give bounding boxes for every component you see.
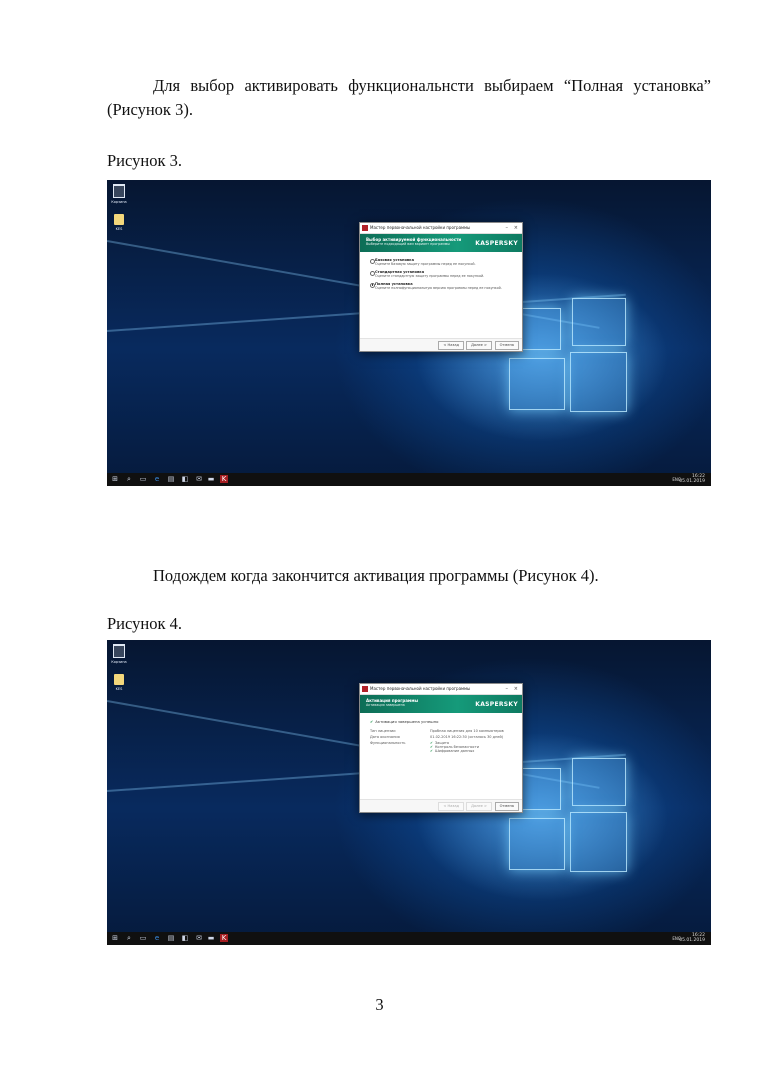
kaspersky-logo: KASPERSKY <box>475 240 518 247</box>
figure-3-screenshot: Корзина KES Мастер первоначальной настро… <box>107 180 711 486</box>
functionality-row: Функциональность ✔ Защита ✔ Контроль безоп… <box>370 741 480 753</box>
checkmark-icon: ✔ <box>430 749 433 753</box>
folder-icon <box>114 674 124 685</box>
cancel-button[interactable]: Отмена <box>494 802 519 811</box>
radio-standard[interactable] <box>370 270 375 276</box>
close-icon[interactable]: × <box>514 223 518 233</box>
desktop-icon-recycle-bin[interactable]: Корзина <box>107 184 131 204</box>
dialog-body: ✔ Активация завершена успешно Тип лицензи… <box>360 713 522 799</box>
kaspersky-logo: KASPERSKY <box>475 701 518 708</box>
dialog-titlebar: Мастер первоначальной настройки программ… <box>360 223 522 234</box>
kaspersky-taskbar-icon[interactable]: K <box>220 475 228 483</box>
edge-icon[interactable]: e <box>153 934 161 942</box>
checkmark-icon: ✔ <box>370 719 374 724</box>
paragraph-wait: Подождем когда закончится активация прог… <box>153 566 599 585</box>
paragraph-intro: Для выбор активировать функциональнсти в… <box>107 76 711 119</box>
feature-item: ✔ Шифрование данных <box>430 749 475 753</box>
store-icon[interactable]: ◧ <box>181 934 189 942</box>
next-button[interactable]: Далее > <box>466 802 492 811</box>
recycle-bin-icon <box>113 184 125 198</box>
task-view-icon[interactable]: ▭ <box>139 934 147 942</box>
radio-basic[interactable] <box>370 258 375 264</box>
kaspersky-activation-dialog: Мастер первоначальной настройки программ… <box>359 683 523 813</box>
explorer-icon[interactable]: ▤ <box>167 475 175 483</box>
option-basic[interactable]: Базовая установка Оцените базовую защиту… <box>370 258 512 266</box>
desktop-icon-recycle-bin[interactable]: Корзина <box>107 644 131 664</box>
edge-icon[interactable]: e <box>153 475 161 483</box>
clock[interactable]: 16:22 05.01.2019 <box>679 933 705 943</box>
folder-icon[interactable]: ▬ <box>207 475 215 483</box>
dialog-titlebar: Мастер первоначальной настройки программ… <box>360 684 522 695</box>
option-full[interactable]: Полная установка Оцените полнофункционал… <box>370 282 512 290</box>
activation-status: ✔ Активация завершена успешно <box>370 719 439 724</box>
taskbar: ⊞ ⌕ ▭ e ▤ ◧ ✉ ▬ K ENG 16:22 05.01.2019 <box>107 932 711 945</box>
back-button[interactable]: < Назад <box>438 802 464 811</box>
task-view-icon[interactable]: ▭ <box>139 475 147 483</box>
minimize-icon[interactable]: – <box>506 223 509 233</box>
start-icon[interactable]: ⊞ <box>111 475 119 483</box>
mail-icon[interactable]: ✉ <box>195 475 203 483</box>
folder-icon <box>114 214 124 225</box>
dialog-footer: < Назад Далее > Отмена <box>360 799 522 812</box>
figure-caption-3: Рисунок 3. <box>107 151 182 170</box>
next-button[interactable]: Далее > <box>466 341 492 350</box>
figure-4-screenshot: Корзина KES Мастер первоначальной настро… <box>107 640 711 945</box>
folder-icon[interactable]: ▬ <box>207 934 215 942</box>
kaspersky-app-icon <box>362 686 368 692</box>
kaspersky-app-icon <box>362 225 368 231</box>
minimize-icon[interactable]: – <box>506 684 509 694</box>
desktop-icon-kes[interactable]: KES <box>107 214 131 231</box>
clock[interactable]: 16:22 05.01.2019 <box>679 474 705 484</box>
license-type-row: Тип лицензии Пробная лицензия для 10 ком… <box>370 729 504 733</box>
cancel-button[interactable]: Отмена <box>494 341 519 350</box>
dialog-body: Базовая установка Оцените базовую защиту… <box>360 252 522 338</box>
figure-caption-4: Рисунок 4. <box>107 614 182 633</box>
mail-icon[interactable]: ✉ <box>195 934 203 942</box>
dialog-footer: < Назад Далее > Отмена <box>360 338 522 351</box>
kaspersky-setup-dialog: Мастер первоначальной настройки программ… <box>359 222 523 352</box>
start-icon[interactable]: ⊞ <box>111 934 119 942</box>
close-icon[interactable]: × <box>514 684 518 694</box>
dialog-banner: Активация программы Активация завершена … <box>360 695 522 713</box>
store-icon[interactable]: ◧ <box>181 475 189 483</box>
back-button[interactable]: < Назад <box>438 341 464 350</box>
search-icon[interactable]: ⌕ <box>125 934 133 942</box>
recycle-bin-icon <box>113 644 125 658</box>
kaspersky-taskbar-icon[interactable]: K <box>220 934 228 942</box>
expiry-date-row: Дата окончания 01.02.2019 16:22:30 (оста… <box>370 735 504 739</box>
radio-full[interactable] <box>370 282 375 288</box>
page-number: 3 <box>375 995 384 1014</box>
taskbar: ⊞ ⌕ ▭ e ▤ ◧ ✉ ▬ K ENG 16:22 05.01.2019 <box>107 473 711 486</box>
option-standard[interactable]: Стандартная установка Оцените стандартну… <box>370 270 512 278</box>
dialog-banner: Выбор активируемой функциональности Выбе… <box>360 234 522 252</box>
search-icon[interactable]: ⌕ <box>125 475 133 483</box>
explorer-icon[interactable]: ▤ <box>167 934 175 942</box>
desktop-icon-kes[interactable]: KES <box>107 674 131 691</box>
